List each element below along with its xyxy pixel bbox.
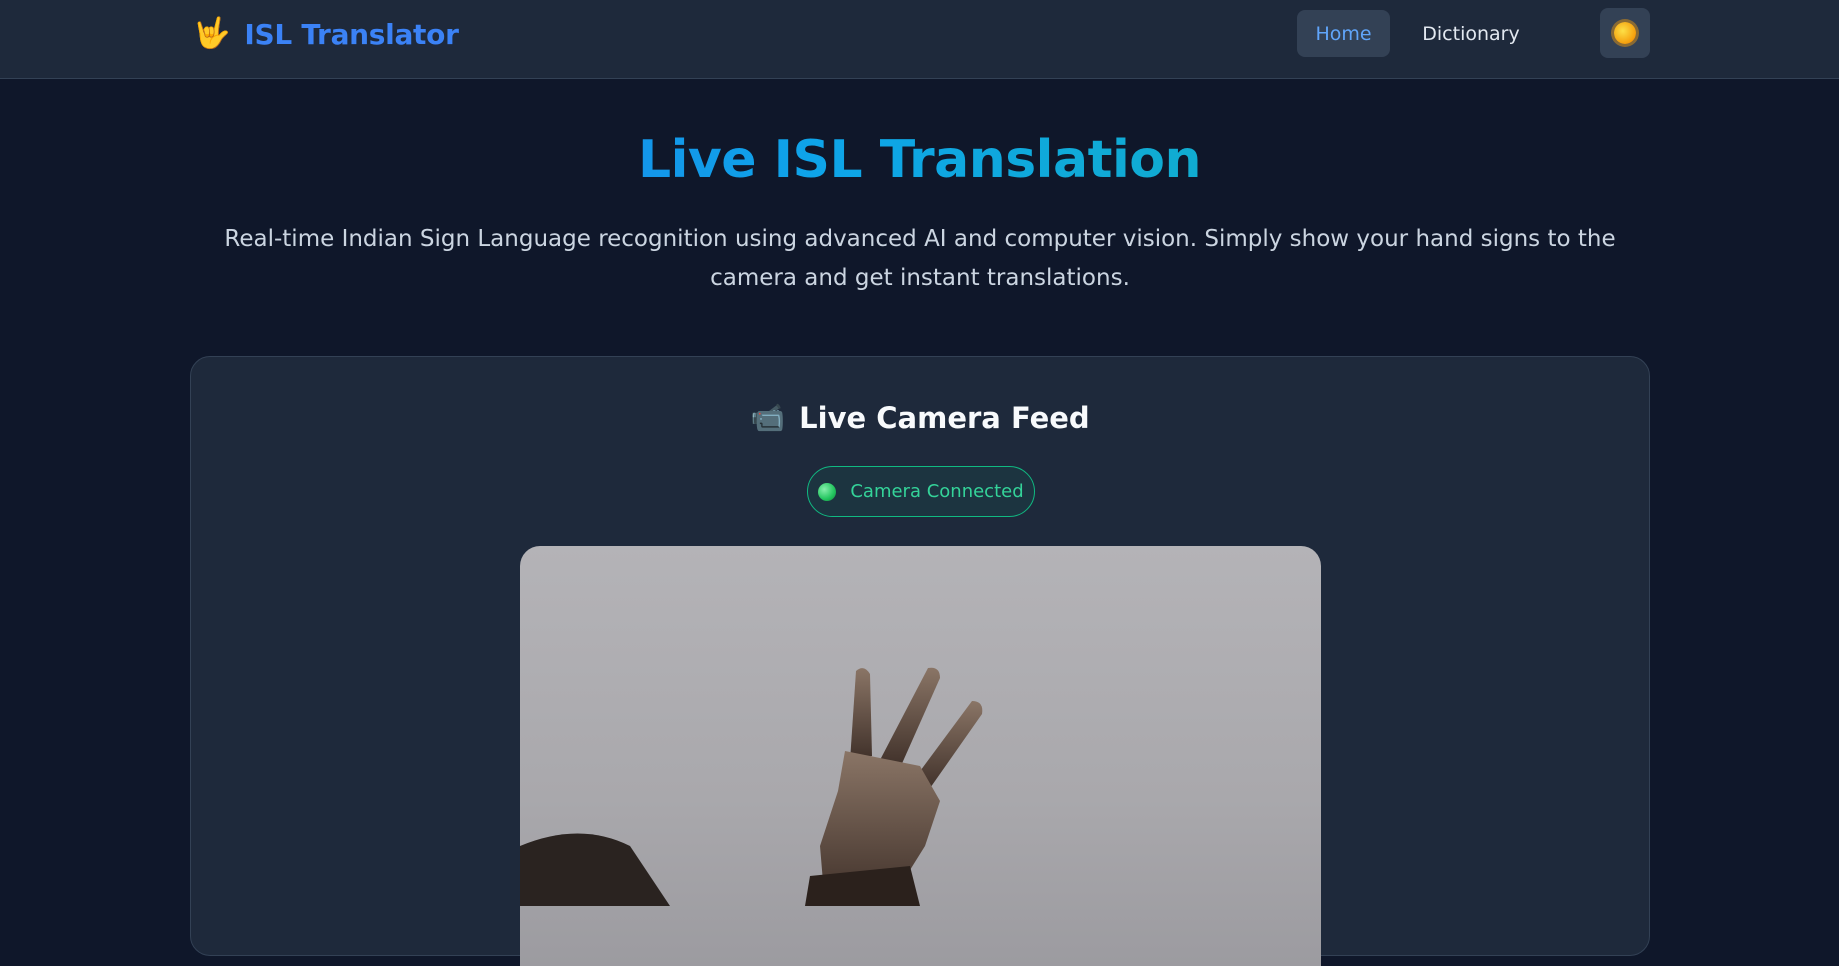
brand-title: ISL Translator xyxy=(244,17,459,51)
theme-toggle-button[interactable] xyxy=(1600,8,1650,58)
status-dot-icon xyxy=(818,482,837,501)
nav-home-link[interactable]: Home xyxy=(1297,10,1390,57)
camera-video-feed[interactable] xyxy=(520,546,1321,966)
hand-sign-image xyxy=(520,667,983,906)
brand[interactable]: 🤟 ISL Translator xyxy=(193,14,459,54)
camera-status-text: Camera Connected xyxy=(850,481,1024,502)
camera-status-badge: Camera Connected xyxy=(807,466,1035,517)
page-title: Live ISL Translation xyxy=(0,128,1839,192)
sign-hand-icon: 🤟 xyxy=(193,16,231,51)
page-subtitle: Real-time Indian Sign Language recogniti… xyxy=(224,226,1616,291)
camera-card-header: 📹 Live Camera Feed xyxy=(191,401,1649,435)
nav-dictionary-link[interactable]: Dictionary xyxy=(1401,10,1541,57)
camera-card-title: Live Camera Feed xyxy=(799,401,1090,435)
camera-card: 📹 Live Camera Feed Camera Connected xyxy=(190,356,1650,966)
video-camera-icon: 📹 xyxy=(750,401,786,434)
sun-icon xyxy=(1614,22,1636,44)
top-navbar: 🤟 ISL Translator Home Dictionary xyxy=(0,0,1839,79)
nav-links: Home Dictionary xyxy=(1297,10,1541,57)
